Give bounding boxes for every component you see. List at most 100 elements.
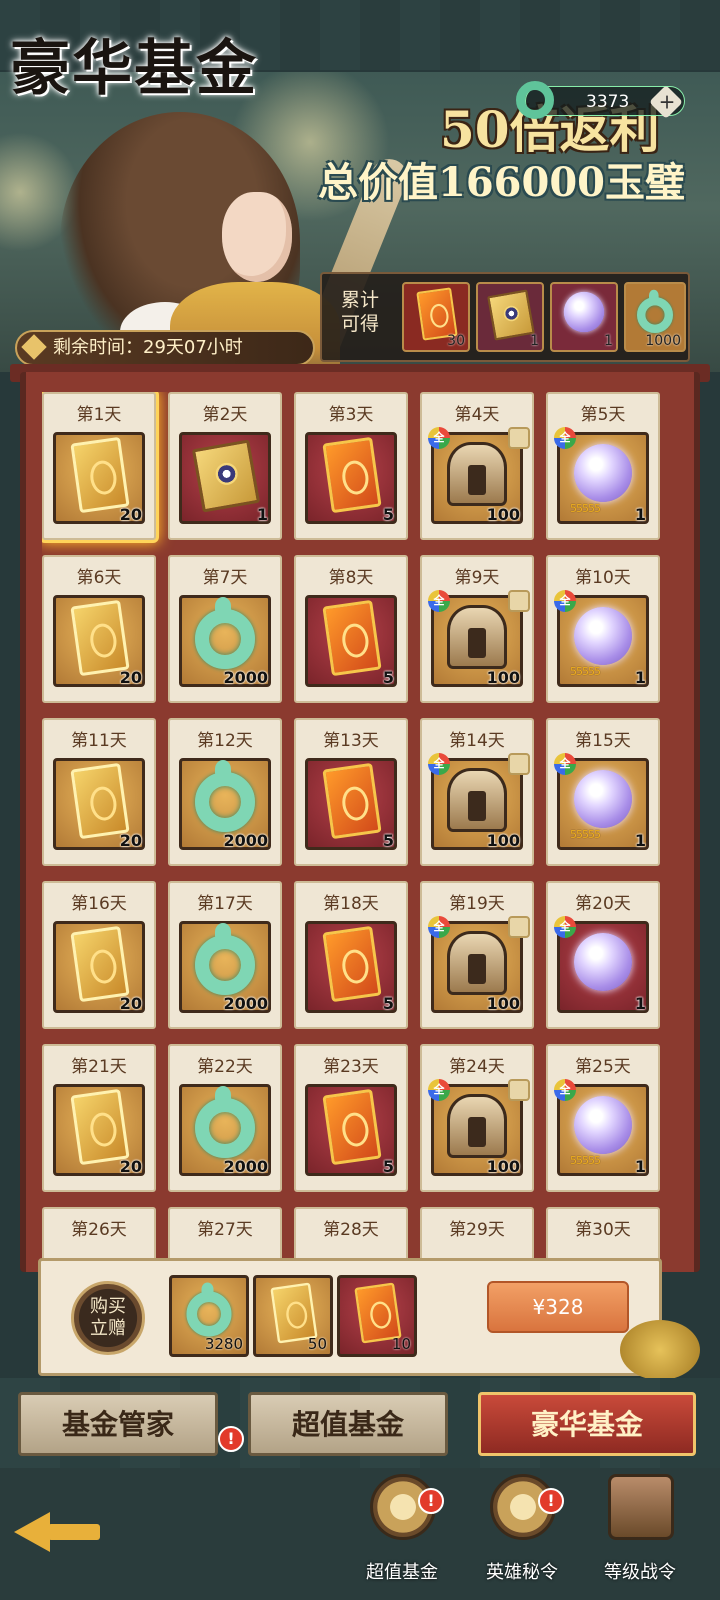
day-reward-cell[interactable]: 第24天全 100 bbox=[420, 1044, 534, 1192]
item-quantity: 2000 bbox=[223, 668, 268, 687]
day-reward-cell[interactable]: 第30天 bbox=[546, 1207, 660, 1262]
all-faction-badge-icon: 全 bbox=[428, 1079, 450, 1101]
day-reward-cell[interactable]: 第10天全 55555 1 bbox=[546, 555, 660, 703]
day-label: 第24天 bbox=[449, 1057, 505, 1077]
item-count: 1000 bbox=[645, 333, 681, 349]
item-quantity: 5 bbox=[382, 1157, 394, 1176]
day-reward-cell[interactable]: 第26天 bbox=[42, 1207, 156, 1262]
gift-item-gold-token[interactable]: 50 bbox=[253, 1275, 333, 1357]
helmet-fragment-icon bbox=[447, 931, 507, 995]
jade-currency-bar: 3373 + bbox=[516, 81, 685, 119]
book-icon bbox=[191, 439, 261, 513]
gift-item-red-token[interactable]: 10 bbox=[337, 1275, 417, 1357]
day-reward-cell[interactable]: 第5天全 55555 1 bbox=[546, 392, 660, 540]
day-reward-cell[interactable]: 第4天全 100 bbox=[420, 392, 534, 540]
cumulative-label-line2: 可得 bbox=[340, 313, 379, 335]
day-reward-cell[interactable]: 第18天 5 bbox=[294, 881, 408, 1029]
day-reward-cell[interactable]: 第3天 5 bbox=[294, 392, 408, 540]
jade-bi-icon bbox=[195, 760, 255, 832]
gift-item-jade[interactable]: 3280 bbox=[169, 1275, 249, 1357]
currency-value: 3373 bbox=[586, 92, 630, 112]
day-label: 第5天 bbox=[580, 405, 626, 425]
day-label: 第6天 bbox=[76, 568, 122, 588]
jade-bi-icon bbox=[195, 923, 255, 995]
day-label: 第15天 bbox=[575, 731, 631, 751]
item-count: 10 bbox=[391, 1335, 411, 1353]
item-count: 3280 bbox=[204, 1335, 243, 1353]
fragment-puzzle-icon bbox=[508, 916, 530, 938]
day-reward-cell[interactable]: 第16天 20 bbox=[42, 881, 156, 1029]
cumulative-item-jade[interactable]: 1000 bbox=[624, 282, 686, 352]
day-label: 第28天 bbox=[323, 1220, 379, 1240]
red-token-icon bbox=[322, 1088, 382, 1166]
day-label: 第21天 bbox=[71, 1057, 127, 1077]
day-label: 第26天 bbox=[71, 1220, 127, 1240]
day-label: 第30天 bbox=[575, 1220, 631, 1240]
jade-bi-icon bbox=[516, 81, 554, 119]
red-token-icon bbox=[322, 925, 382, 1003]
red-token-icon bbox=[322, 599, 382, 677]
nav-level-pass[interactable]: 等级战令 bbox=[590, 1474, 690, 1594]
item-quantity: 1 bbox=[634, 831, 646, 850]
day-reward-cell[interactable]: 第15天全 55555 1 bbox=[546, 718, 660, 866]
item-quantity: 5 bbox=[382, 994, 394, 1013]
item-quantity: 1 bbox=[634, 505, 646, 524]
star-rating: 55555 bbox=[570, 1154, 601, 1167]
all-faction-badge-icon: 全 bbox=[554, 590, 576, 612]
purchase-panel: 购买 立赠 3280 50 10 ¥328 bbox=[38, 1258, 662, 1376]
all-faction-badge-icon: 全 bbox=[428, 916, 450, 938]
item-quantity: 100 bbox=[486, 994, 520, 1013]
item-quantity: 20 bbox=[119, 1157, 142, 1176]
day-reward-cell[interactable]: 第2天 1 bbox=[168, 392, 282, 540]
item-quantity: 1 bbox=[256, 505, 268, 524]
day-reward-cell[interactable]: 第19天全 100 bbox=[420, 881, 534, 1029]
all-faction-badge-icon: 全 bbox=[554, 916, 576, 938]
buy-price-button[interactable]: ¥328 bbox=[487, 1281, 629, 1333]
day-reward-cell[interactable]: 第23天 5 bbox=[294, 1044, 408, 1192]
day-reward-cell[interactable]: 第11天 20 bbox=[42, 718, 156, 866]
item-quantity: 20 bbox=[119, 668, 142, 687]
day-label: 第18天 bbox=[323, 894, 379, 914]
cumulative-item-orb[interactable]: 1 bbox=[550, 282, 618, 352]
day-label: 第17天 bbox=[197, 894, 253, 914]
purple-orb-icon bbox=[574, 770, 632, 828]
item-count: 50 bbox=[307, 1335, 327, 1353]
day-reward-cell[interactable]: 第22天 2000 bbox=[168, 1044, 282, 1192]
alert-badge: ! bbox=[418, 1488, 444, 1514]
day-reward-cell[interactable]: 第25天全 55555 1 bbox=[546, 1044, 660, 1192]
day-reward-cell[interactable]: 第29天 bbox=[420, 1207, 534, 1262]
day-reward-cell[interactable]: 第13天 5 bbox=[294, 718, 408, 866]
day-label: 第19天 bbox=[449, 894, 505, 914]
day-label: 第2天 bbox=[202, 405, 248, 425]
gold-token-icon bbox=[70, 599, 130, 677]
day-label: 第25天 bbox=[575, 1057, 631, 1077]
cumulative-item-red-token[interactable]: 30 bbox=[402, 282, 470, 352]
day-reward-cell[interactable]: 第7天 2000 bbox=[168, 555, 282, 703]
day-reward-cell[interactable]: 第12天 2000 bbox=[168, 718, 282, 866]
helmet-fragment-icon bbox=[447, 768, 507, 832]
tab-value-fund[interactable]: 超值基金 bbox=[248, 1392, 448, 1456]
day-reward-cell[interactable]: 第21天 20 bbox=[42, 1044, 156, 1192]
day-reward-cell[interactable]: 第20天全 1 bbox=[546, 881, 660, 1029]
all-faction-badge-icon: 全 bbox=[554, 753, 576, 775]
jade-bi-icon bbox=[195, 597, 255, 669]
item-quantity: 100 bbox=[486, 831, 520, 850]
day-reward-cell[interactable]: 第28天 bbox=[294, 1207, 408, 1262]
item-quantity: 100 bbox=[486, 1157, 520, 1176]
tab-fund-manager[interactable]: 基金管家 bbox=[18, 1392, 218, 1456]
day-reward-cell[interactable]: 第8天 5 bbox=[294, 555, 408, 703]
fragment-puzzle-icon bbox=[508, 753, 530, 775]
day-reward-cell[interactable]: 第27天 bbox=[168, 1207, 282, 1262]
item-quantity: 2000 bbox=[223, 831, 268, 850]
helmet-fragment-icon bbox=[447, 442, 507, 506]
day-label: 第7天 bbox=[202, 568, 248, 588]
back-button[interactable] bbox=[14, 1500, 104, 1564]
cumulative-item-book[interactable]: 1 bbox=[476, 282, 544, 352]
character-face bbox=[222, 192, 292, 282]
day-reward-cell[interactable]: 第6天 20 bbox=[42, 555, 156, 703]
day-reward-cell[interactable]: 第1天 20 bbox=[42, 392, 156, 540]
day-reward-cell[interactable]: 第14天全 100 bbox=[420, 718, 534, 866]
day-reward-cell[interactable]: 第17天 2000 bbox=[168, 881, 282, 1029]
tab-luxury-fund[interactable]: 豪华基金 bbox=[478, 1392, 696, 1456]
day-reward-cell[interactable]: 第9天全 100 bbox=[420, 555, 534, 703]
